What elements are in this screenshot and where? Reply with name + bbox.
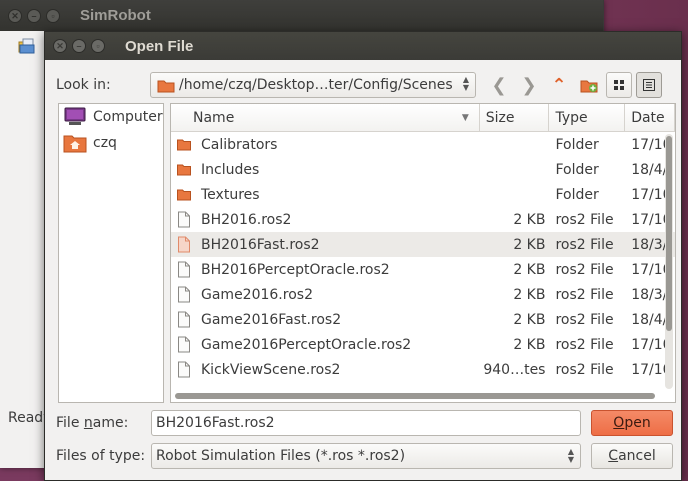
file-row[interactable]: Calibrators Folder 17/10 [171, 132, 675, 157]
column-header-type[interactable]: Type [549, 104, 626, 131]
file-type: Folder [555, 161, 599, 178]
file-row[interactable]: Game2016.ros2 2 KB ros2 File 18/3/ [171, 282, 675, 307]
new-folder-icon[interactable] [576, 72, 602, 98]
file-size: 2 KB [513, 311, 546, 328]
file-icon [178, 236, 190, 253]
path-combobox[interactable]: /home/czq/Desktop…ter/Config/Scenes ▲ ▼ [150, 72, 476, 98]
dialog-title: Open File [125, 37, 194, 55]
file-icon [178, 311, 190, 328]
files-of-type-row: Files of type: Robot Simulation Files (*… [56, 443, 676, 469]
simrobot-titlebar: ✕ – ▫ SimRobot [0, 0, 603, 31]
file-name: BH2016PerceptOracle.ros2 [201, 261, 390, 278]
forward-icon[interactable]: ❯ [516, 72, 542, 98]
look-in-label: Look in: [56, 77, 111, 93]
file-type: Folder [555, 186, 599, 203]
folder-icon [177, 164, 191, 176]
file-name: KickViewScene.ros2 [201, 361, 341, 378]
parent-directory-icon[interactable]: ⌃ [546, 72, 572, 98]
column-header-size[interactable]: Size [480, 104, 550, 131]
sidebar-item-label: czq [93, 135, 117, 151]
places-sidebar: Computer czq [58, 103, 164, 403]
file-name-input[interactable]: BH2016Fast.ros2 [151, 410, 581, 436]
file-icon [178, 211, 190, 228]
file-rows: Calibrators Folder 17/10 Includes Folder 18/4… [171, 132, 675, 382]
back-icon[interactable]: ❮ [486, 72, 512, 98]
column-header-date[interactable]: Date [625, 104, 675, 131]
file-size: 2 KB [513, 286, 546, 303]
file-icon [178, 286, 190, 303]
folder-icon [157, 80, 175, 92]
minimize-icon[interactable]: – [72, 39, 86, 53]
minimize-icon[interactable]: – [27, 8, 41, 23]
open-button[interactable]: Open [591, 410, 673, 436]
file-row[interactable]: BH2016PerceptOracle.ros2 2 KB ros2 File 17/… [171, 257, 675, 282]
maximize-icon[interactable]: ▫ [46, 8, 60, 23]
file-list-header: Name ▼ Size Type Date [171, 104, 675, 132]
sidebar-item-label: Computer [93, 109, 163, 125]
file-name: Calibrators [201, 136, 278, 153]
list-view-icon[interactable] [606, 72, 632, 98]
path-text: /home/czq/Desktop…ter/Config/Scenes [179, 77, 453, 93]
file-row[interactable]: Textures Folder 17/10 [171, 182, 675, 207]
column-header-name[interactable]: Name ▼ [171, 104, 480, 131]
file-type: ros2 File [555, 311, 614, 328]
open-toolbar-icon[interactable] [18, 38, 36, 58]
files-of-type-combobox[interactable]: Robot Simulation Files (*.ros *.ros2) ▲ ▼ [151, 443, 581, 469]
file-type: ros2 File [555, 336, 614, 353]
file-type: ros2 File [555, 286, 614, 303]
file-name: Game2016Fast.ros2 [201, 311, 342, 328]
vertical-scrollbar[interactable] [665, 134, 673, 389]
file-row[interactable]: BH2016.ros2 2 KB ros2 File 17/10 [171, 207, 675, 232]
file-size: 2 KB [513, 236, 546, 253]
horizontal-scrollbar[interactable] [175, 393, 655, 399]
file-icon [178, 336, 190, 353]
file-name-row: File name: BH2016Fast.ros2 Open [56, 410, 676, 436]
files-of-type-value: Robot Simulation Files (*.ros *.ros2) [156, 448, 406, 464]
dialog-titlebar: ✕ – ▫ Open File [45, 32, 681, 60]
detail-view-icon[interactable] [636, 72, 662, 98]
file-size: 2 KB [513, 336, 546, 353]
combo-arrows-icon: ▲ ▼ [567, 447, 574, 464]
file-row[interactable]: Game2016Fast.ros2 2 KB ros2 File 18/4/ [171, 307, 675, 332]
home-folder-icon [63, 135, 87, 153]
sort-down-icon: ▼ [461, 112, 469, 123]
file-type: ros2 File [555, 211, 614, 228]
open-file-dialog: ✕ – ▫ Open File Look in: /home/czq/Deskt… [44, 31, 682, 481]
look-in-row: Look in: /home/czq/Desktop…ter/Config/Sc… [56, 72, 676, 98]
file-icon [178, 361, 190, 378]
file-name: BH2016.ros2 [201, 211, 292, 228]
sidebar-item-czq[interactable]: czq [59, 130, 163, 156]
sidebar-item-computer[interactable]: Computer [59, 104, 163, 130]
close-icon[interactable]: ✕ [8, 8, 22, 23]
file-name: Includes [201, 161, 260, 178]
file-row[interactable]: Game2016PerceptOracle.ros2 2 KB ros2 File 1… [171, 332, 675, 357]
file-type: Folder [555, 136, 599, 153]
file-name-label: File name: [56, 415, 129, 431]
file-size: 2 KB [513, 261, 546, 278]
file-size: 2 KB [513, 211, 546, 228]
cancel-button[interactable]: Cancel [591, 443, 673, 469]
close-icon[interactable]: ✕ [53, 39, 67, 53]
combo-arrows-icon: ▲ ▼ [462, 75, 469, 92]
maximize-icon[interactable]: ▫ [91, 39, 105, 53]
file-name: Textures [201, 186, 260, 203]
file-size: 940…tes [483, 361, 546, 378]
folder-icon [177, 139, 191, 151]
file-name: Game2016PerceptOracle.ros2 [201, 336, 412, 353]
computer-icon [64, 107, 86, 125]
window-title: SimRobot [80, 7, 151, 24]
file-list: Name ▼ Size Type Date Calibrators Folder 1… [170, 103, 676, 403]
file-type: ros2 File [555, 236, 614, 253]
files-of-type-label: Files of type: [56, 448, 146, 464]
file-row[interactable]: BH2016Fast.ros2 2 KB ros2 File 18/3/ [171, 232, 675, 257]
file-icon [178, 261, 190, 278]
file-row[interactable]: Includes Folder 18/4/ [171, 157, 675, 182]
file-type: ros2 File [555, 361, 614, 378]
file-type: ros2 File [555, 261, 614, 278]
file-row[interactable]: KickViewScene.ros2 940…tes ros2 File 17/10 [171, 357, 675, 382]
file-name: Game2016.ros2 [201, 286, 313, 303]
folder-icon [177, 189, 191, 201]
file-name: BH2016Fast.ros2 [201, 236, 320, 253]
